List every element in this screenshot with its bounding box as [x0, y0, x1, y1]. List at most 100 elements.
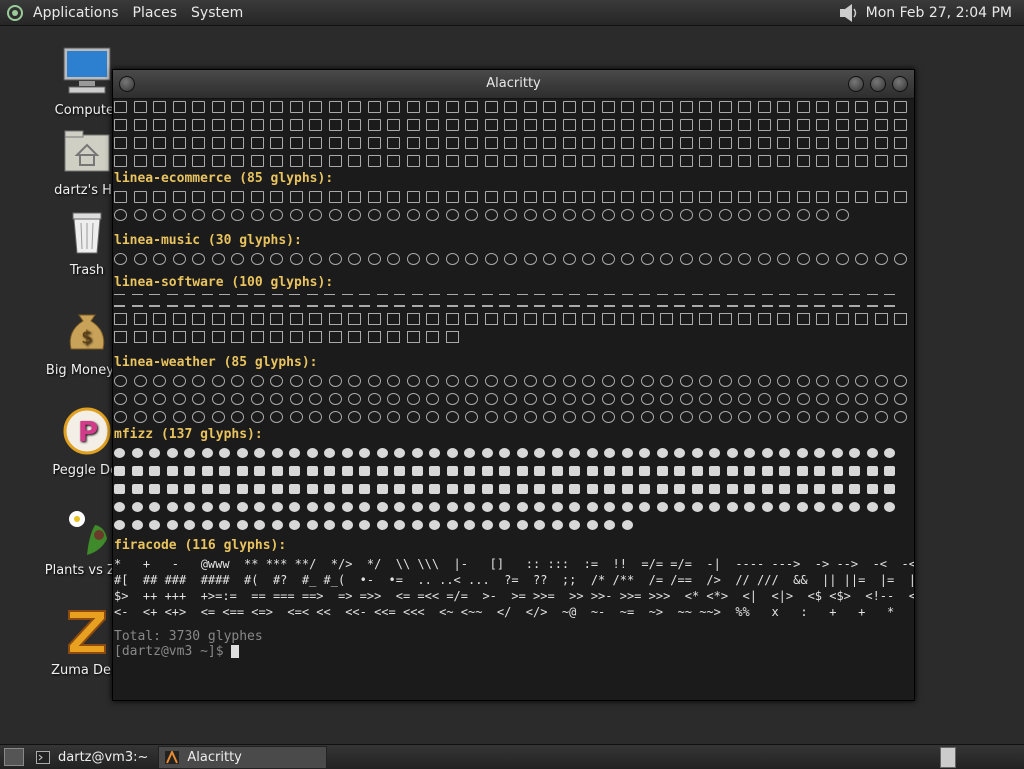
bottom-panel: dartz@vm3:~ Alacritty — [0, 744, 1024, 769]
glyph — [621, 136, 634, 149]
workspace-switcher[interactable] — [940, 747, 956, 768]
glyph — [562, 252, 576, 265]
glyph — [534, 501, 545, 512]
glyph — [406, 330, 420, 343]
places-menu[interactable]: Places — [126, 5, 185, 21]
clock[interactable]: Mon Feb 27, 2:04 PM — [860, 5, 1024, 21]
glyph — [569, 519, 580, 530]
show-desktop-icon[interactable] — [4, 748, 24, 766]
terminal-output[interactable]: linea-ecommerce (85 glyphs): linea-music… — [113, 99, 914, 700]
glyph — [913, 154, 914, 167]
glyph — [192, 374, 205, 387]
glyph — [484, 154, 498, 167]
glyph — [445, 154, 459, 167]
glyph — [874, 118, 888, 131]
window-menu-button[interactable] — [119, 76, 135, 92]
glyph — [699, 374, 712, 387]
glyph — [289, 312, 303, 325]
glyph — [114, 374, 127, 387]
glyph — [149, 483, 160, 494]
glyph-row — [114, 135, 914, 150]
glyph — [621, 410, 634, 423]
glyph — [874, 252, 888, 265]
glyph — [394, 294, 405, 307]
glyph — [464, 294, 475, 307]
glyph — [543, 410, 556, 423]
glyph — [849, 501, 860, 512]
glyph — [761, 447, 773, 458]
glyph — [192, 136, 205, 149]
glyph — [777, 374, 790, 387]
glyph — [660, 374, 673, 387]
section-header: mfizz (137 glyphs): — [114, 427, 263, 442]
glyph — [551, 465, 563, 476]
glyph — [640, 252, 654, 265]
maximize-button[interactable] — [870, 76, 886, 92]
volume-icon[interactable] — [838, 3, 860, 23]
task-terminal[interactable]: dartz@vm3:~ — [30, 747, 154, 768]
glyph — [796, 154, 810, 167]
glyph — [679, 374, 693, 387]
glyph — [855, 392, 868, 405]
glyph — [796, 483, 808, 494]
glyph — [699, 410, 712, 423]
glyph — [153, 374, 166, 387]
glyph — [211, 312, 225, 325]
glyph — [254, 447, 265, 458]
glyph — [348, 190, 361, 203]
glyph — [211, 100, 225, 113]
glyph — [543, 312, 556, 325]
applications-menu[interactable]: Applications — [26, 5, 126, 21]
glyph — [254, 483, 265, 494]
glyph — [586, 465, 598, 476]
glyph — [718, 374, 732, 387]
glyph — [761, 483, 773, 494]
glyph — [551, 483, 563, 494]
glyph — [426, 374, 439, 387]
glyph — [777, 136, 790, 149]
glyph — [250, 100, 264, 113]
glyph — [270, 410, 283, 423]
glyph — [831, 501, 843, 512]
shell-prompt[interactable]: [dartz@vm3 ~]$ — [114, 644, 914, 659]
glyph — [523, 410, 537, 423]
glyph — [582, 118, 595, 131]
glyph — [133, 410, 147, 423]
glyph — [586, 483, 598, 494]
glyph — [367, 330, 381, 343]
glyph — [254, 465, 265, 476]
glyph — [131, 294, 143, 307]
glyph — [796, 312, 810, 325]
glyph — [367, 252, 381, 265]
glyph — [172, 190, 186, 203]
glyph — [114, 294, 125, 307]
glyph — [534, 519, 545, 530]
glyph — [586, 447, 598, 458]
glyph — [133, 190, 147, 203]
glyph — [523, 190, 537, 203]
window-titlebar[interactable]: Alacritty — [113, 70, 914, 99]
system-menu[interactable]: System — [184, 5, 250, 21]
glyph — [348, 208, 361, 221]
glyph — [426, 190, 439, 203]
close-button[interactable] — [892, 76, 908, 92]
glyph — [562, 136, 576, 149]
minimize-button[interactable] — [848, 76, 864, 92]
glyph — [582, 136, 595, 149]
glyph — [367, 136, 381, 149]
glyph — [236, 294, 248, 307]
glyph — [674, 483, 685, 494]
glyph — [429, 294, 440, 307]
glyph — [166, 483, 178, 494]
task-alacritty[interactable]: Alacritty — [158, 745, 328, 769]
glyph — [387, 252, 400, 265]
glyph — [133, 118, 147, 131]
glyph — [172, 392, 186, 405]
glyph — [913, 118, 914, 131]
glyph — [426, 410, 439, 423]
glyph — [586, 294, 598, 307]
glyph — [691, 294, 703, 307]
computer-icon — [63, 47, 111, 94]
glyph — [271, 447, 283, 458]
gnome-foot-icon[interactable] — [6, 4, 24, 22]
